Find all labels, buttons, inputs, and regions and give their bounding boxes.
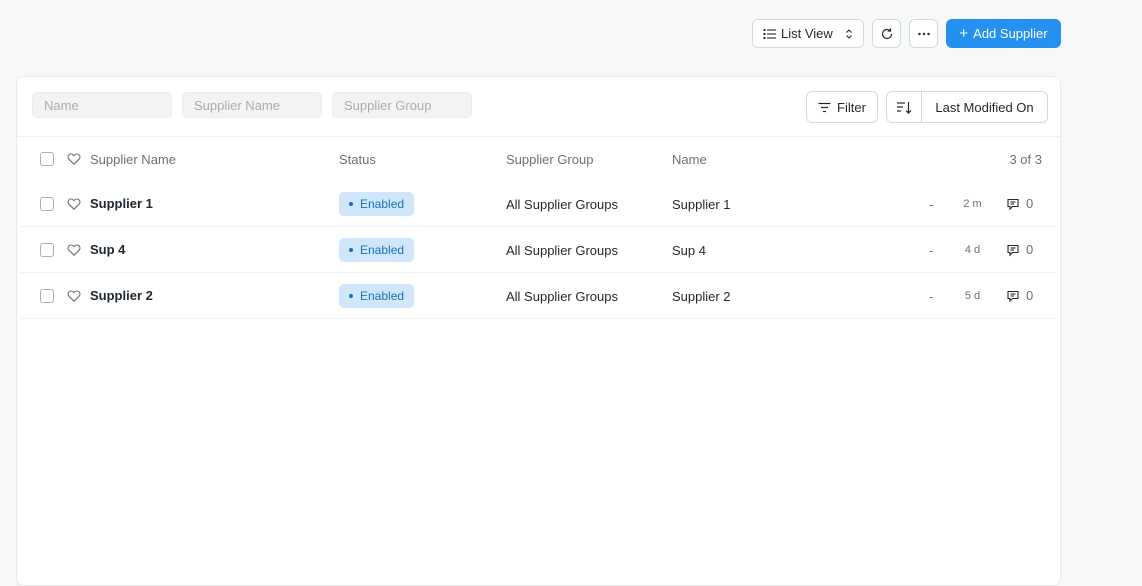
sort-field-label: Last Modified On: [935, 99, 1034, 115]
row-checkbox[interactable]: [40, 243, 54, 257]
more-actions-button[interactable]: [909, 19, 938, 48]
plus-icon: +: [959, 25, 969, 42]
comment-icon: [1007, 244, 1019, 256]
heart-icon[interactable]: [67, 243, 81, 257]
select-arrows-icon: [846, 28, 852, 39]
sort-field-button[interactable]: Last Modified On: [922, 92, 1047, 122]
add-supplier-label: Add Supplier: [973, 26, 1048, 41]
comment-count[interactable]: 0: [1006, 288, 1033, 303]
supplier-name-link[interactable]: Supplier 1: [90, 196, 153, 211]
modified-age: 4 d: [964, 244, 981, 256]
sort-order-button[interactable]: [887, 92, 922, 122]
modified-age: 5 d: [964, 290, 981, 302]
status-label: Enabled: [360, 243, 405, 257]
filter-label: Filter: [837, 99, 866, 115]
supplier-name-filter-input[interactable]: [182, 92, 322, 118]
supplier-name-link[interactable]: Supplier 2: [90, 288, 153, 303]
status-label: Enabled: [360, 197, 405, 211]
comment-count[interactable]: 0: [1006, 196, 1033, 211]
name-filter-input[interactable]: [32, 92, 172, 118]
name-cell: Supplier 1: [672, 197, 731, 212]
comment-count-value: 0: [1026, 242, 1034, 257]
list-header: Supplier Name Status Supplier Group Name…: [20, 137, 1057, 181]
column-header-name: Name: [672, 152, 707, 167]
table-row[interactable]: Sup 4 Enabled All Supplier Groups Sup 4 …: [20, 227, 1057, 273]
supplier-group-cell: All Supplier Groups: [506, 289, 618, 304]
status-dot-icon: [349, 248, 353, 252]
status-label: Enabled: [360, 289, 405, 303]
supplier-group-filter-input[interactable]: [332, 92, 472, 118]
row-checkbox[interactable]: [40, 289, 54, 303]
comment-icon: [1007, 290, 1019, 302]
select-all-checkbox[interactable]: [40, 152, 54, 166]
reload-icon: [881, 27, 892, 39]
list-card: Filter Last Modified On Supplier Name St…: [16, 76, 1061, 586]
row-dash: -: [929, 243, 934, 258]
reload-button[interactable]: [872, 19, 901, 48]
status-badge: Enabled: [339, 284, 415, 308]
supplier-name-link[interactable]: Sup 4: [90, 242, 125, 257]
comment-count[interactable]: 0: [1006, 242, 1033, 257]
heart-icon[interactable]: [67, 152, 81, 166]
name-cell: Sup 4: [672, 243, 706, 258]
row-dash: -: [929, 289, 934, 304]
comment-count-value: 0: [1026, 196, 1034, 211]
sort-descending-icon: [897, 101, 912, 114]
table-row[interactable]: Supplier 1 Enabled All Supplier Groups S…: [20, 181, 1057, 227]
supplier-group-cell: All Supplier Groups: [506, 243, 618, 258]
comment-count-value: 0: [1026, 288, 1034, 303]
column-header-status: Status: [339, 152, 376, 167]
comment-icon: [1007, 198, 1019, 210]
sort-selector: Last Modified On: [886, 91, 1048, 123]
column-header-supplier-name: Supplier Name: [90, 152, 176, 167]
heart-icon[interactable]: [67, 197, 81, 211]
heart-icon[interactable]: [67, 289, 81, 303]
list-view-label: List View: [781, 26, 833, 41]
column-header-supplier-group: Supplier Group: [506, 152, 594, 167]
list-icon: [763, 28, 776, 39]
supplier-group-cell: All Supplier Groups: [506, 197, 618, 212]
add-supplier-button[interactable]: + Add Supplier: [946, 19, 1061, 48]
table-row[interactable]: Supplier 2 Enabled All Supplier Groups S…: [20, 273, 1057, 319]
record-count: 3 of 3: [1009, 152, 1042, 167]
row-checkbox[interactable]: [40, 197, 54, 211]
filter-button[interactable]: Filter: [806, 91, 878, 123]
ellipsis-icon: [917, 32, 930, 35]
modified-age: 2 m: [963, 198, 982, 210]
name-cell: Supplier 2: [672, 289, 731, 304]
filter-bar: Filter Last Modified On: [17, 77, 1060, 137]
filter-icon: [818, 102, 831, 112]
page-toolbar: List View + Add Supplier: [752, 19, 1061, 48]
status-badge: Enabled: [339, 238, 415, 262]
status-dot-icon: [349, 202, 353, 206]
status-dot-icon: [349, 294, 353, 298]
status-badge: Enabled: [339, 192, 415, 216]
row-dash: -: [929, 197, 934, 212]
list-view-switcher[interactable]: List View: [752, 19, 864, 48]
